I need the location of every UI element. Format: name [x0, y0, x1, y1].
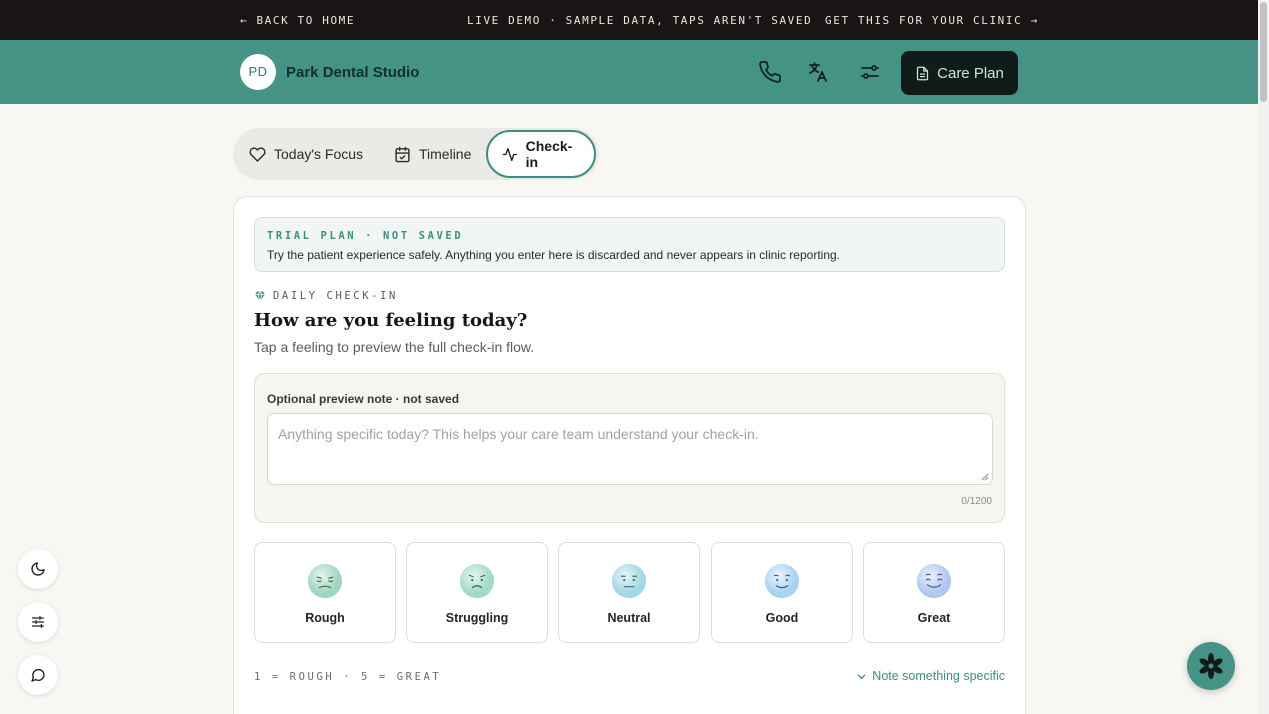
mood-label: Great: [917, 611, 951, 625]
resize-grip-icon[interactable]: [981, 473, 989, 481]
tab-timeline[interactable]: Timeline: [378, 130, 487, 178]
note-textarea[interactable]: Anything specific today? This helps your…: [267, 413, 993, 485]
moon-icon: [31, 562, 45, 576]
get-for-clinic-link[interactable]: GET THIS FOR YOUR CLINIC →: [825, 14, 1039, 27]
face-struggling-icon: [459, 563, 495, 599]
clinic-name: Park Dental Studio: [286, 64, 420, 81]
heart-icon: [249, 146, 266, 162]
mood-good[interactable]: Good: [711, 542, 853, 643]
phone-icon[interactable]: [758, 60, 782, 84]
document-icon: [917, 66, 929, 80]
char-count: 0/1200: [961, 496, 992, 507]
checkin-subtitle: Tap a feeling to preview the full check-…: [254, 339, 535, 355]
face-great-icon: [916, 563, 952, 599]
mood-label: Rough: [305, 611, 345, 625]
mood-label: Good: [765, 611, 799, 625]
trial-banner: TRIAL PLAN · NOT SAVED Try the patient e…: [254, 217, 1005, 272]
page-scrollbar[interactable]: [1258, 0, 1269, 714]
mood-label: Neutral: [607, 611, 651, 625]
chevron-down-icon: [858, 674, 866, 679]
note-placeholder: Anything specific today? This helps your…: [278, 426, 759, 442]
flower-icon: [1199, 653, 1223, 679]
face-rough-icon: [307, 563, 343, 599]
theme-toggle-button[interactable]: [18, 549, 58, 589]
care-plan-label: Care Plan: [937, 64, 1004, 82]
scrollbar-thumb[interactable]: [1260, 2, 1267, 102]
note-something-specific-toggle[interactable]: Note something specific: [857, 669, 1005, 683]
mood-options: Rough Struggling Neutral Good Great: [254, 542, 1005, 643]
note-toggle-label: Note something specific: [872, 669, 1005, 683]
app-header: PD Park Dental Studio Care Plan: [0, 40, 1258, 104]
face-good-icon: [764, 563, 800, 599]
display-settings-button[interactable]: [18, 602, 58, 642]
sliders-icon: [31, 616, 44, 628]
face-neutral-icon: [611, 563, 647, 599]
view-tabs: Today's Focus Timeline Check-in: [233, 128, 599, 180]
back-to-home-link[interactable]: ← BACK TO HOME: [240, 14, 355, 27]
gem-icon: [255, 290, 265, 302]
mood-struggling[interactable]: Struggling: [406, 542, 548, 643]
note-label: Optional preview note · not saved: [267, 392, 460, 406]
trial-kicker: TRIAL PLAN · NOT SAVED: [267, 230, 464, 242]
mood-neutral[interactable]: Neutral: [558, 542, 700, 643]
daily-checkin-kicker: DAILY CHECK-IN: [254, 290, 398, 302]
tab-todays-focus[interactable]: Today's Focus: [233, 130, 379, 178]
chat-button[interactable]: [18, 655, 58, 695]
assistant-button[interactable]: [1187, 642, 1235, 690]
translate-icon[interactable]: [806, 60, 830, 84]
mood-rough[interactable]: Rough: [254, 542, 396, 643]
care-plan-button[interactable]: Care Plan: [901, 51, 1018, 95]
activity-icon: [502, 147, 517, 161]
tab-label: Today's Focus: [274, 146, 364, 162]
mood-label: Struggling: [445, 611, 509, 625]
tab-label: Timeline: [419, 146, 472, 162]
settings-sliders-icon[interactable]: [858, 60, 882, 84]
clinic-avatar: PD: [240, 54, 276, 90]
checkin-card: TRIAL PLAN · NOT SAVED Try the patient e…: [233, 196, 1026, 714]
mood-great[interactable]: Great: [863, 542, 1005, 643]
daily-checkin-label: DAILY CHECK-IN: [273, 290, 398, 302]
checkin-question: How are you feeling today?: [254, 310, 528, 331]
demo-strip: ← BACK TO HOME LIVE DEMO · SAMPLE DATA, …: [0, 0, 1258, 40]
tab-label: Check-in: [525, 138, 573, 170]
preview-note-box: Optional preview note · not saved Anythi…: [254, 373, 1005, 523]
scale-hint: 1 = ROUGH · 5 = GREAT: [254, 671, 442, 683]
demo-notice: LIVE DEMO · SAMPLE DATA, TAPS AREN'T SAV…: [467, 14, 813, 27]
trial-message: Try the patient experience safely. Anyth…: [267, 248, 840, 262]
calendar-check-icon: [395, 146, 410, 162]
chat-icon: [31, 668, 45, 682]
tab-check-in[interactable]: Check-in: [486, 130, 596, 178]
